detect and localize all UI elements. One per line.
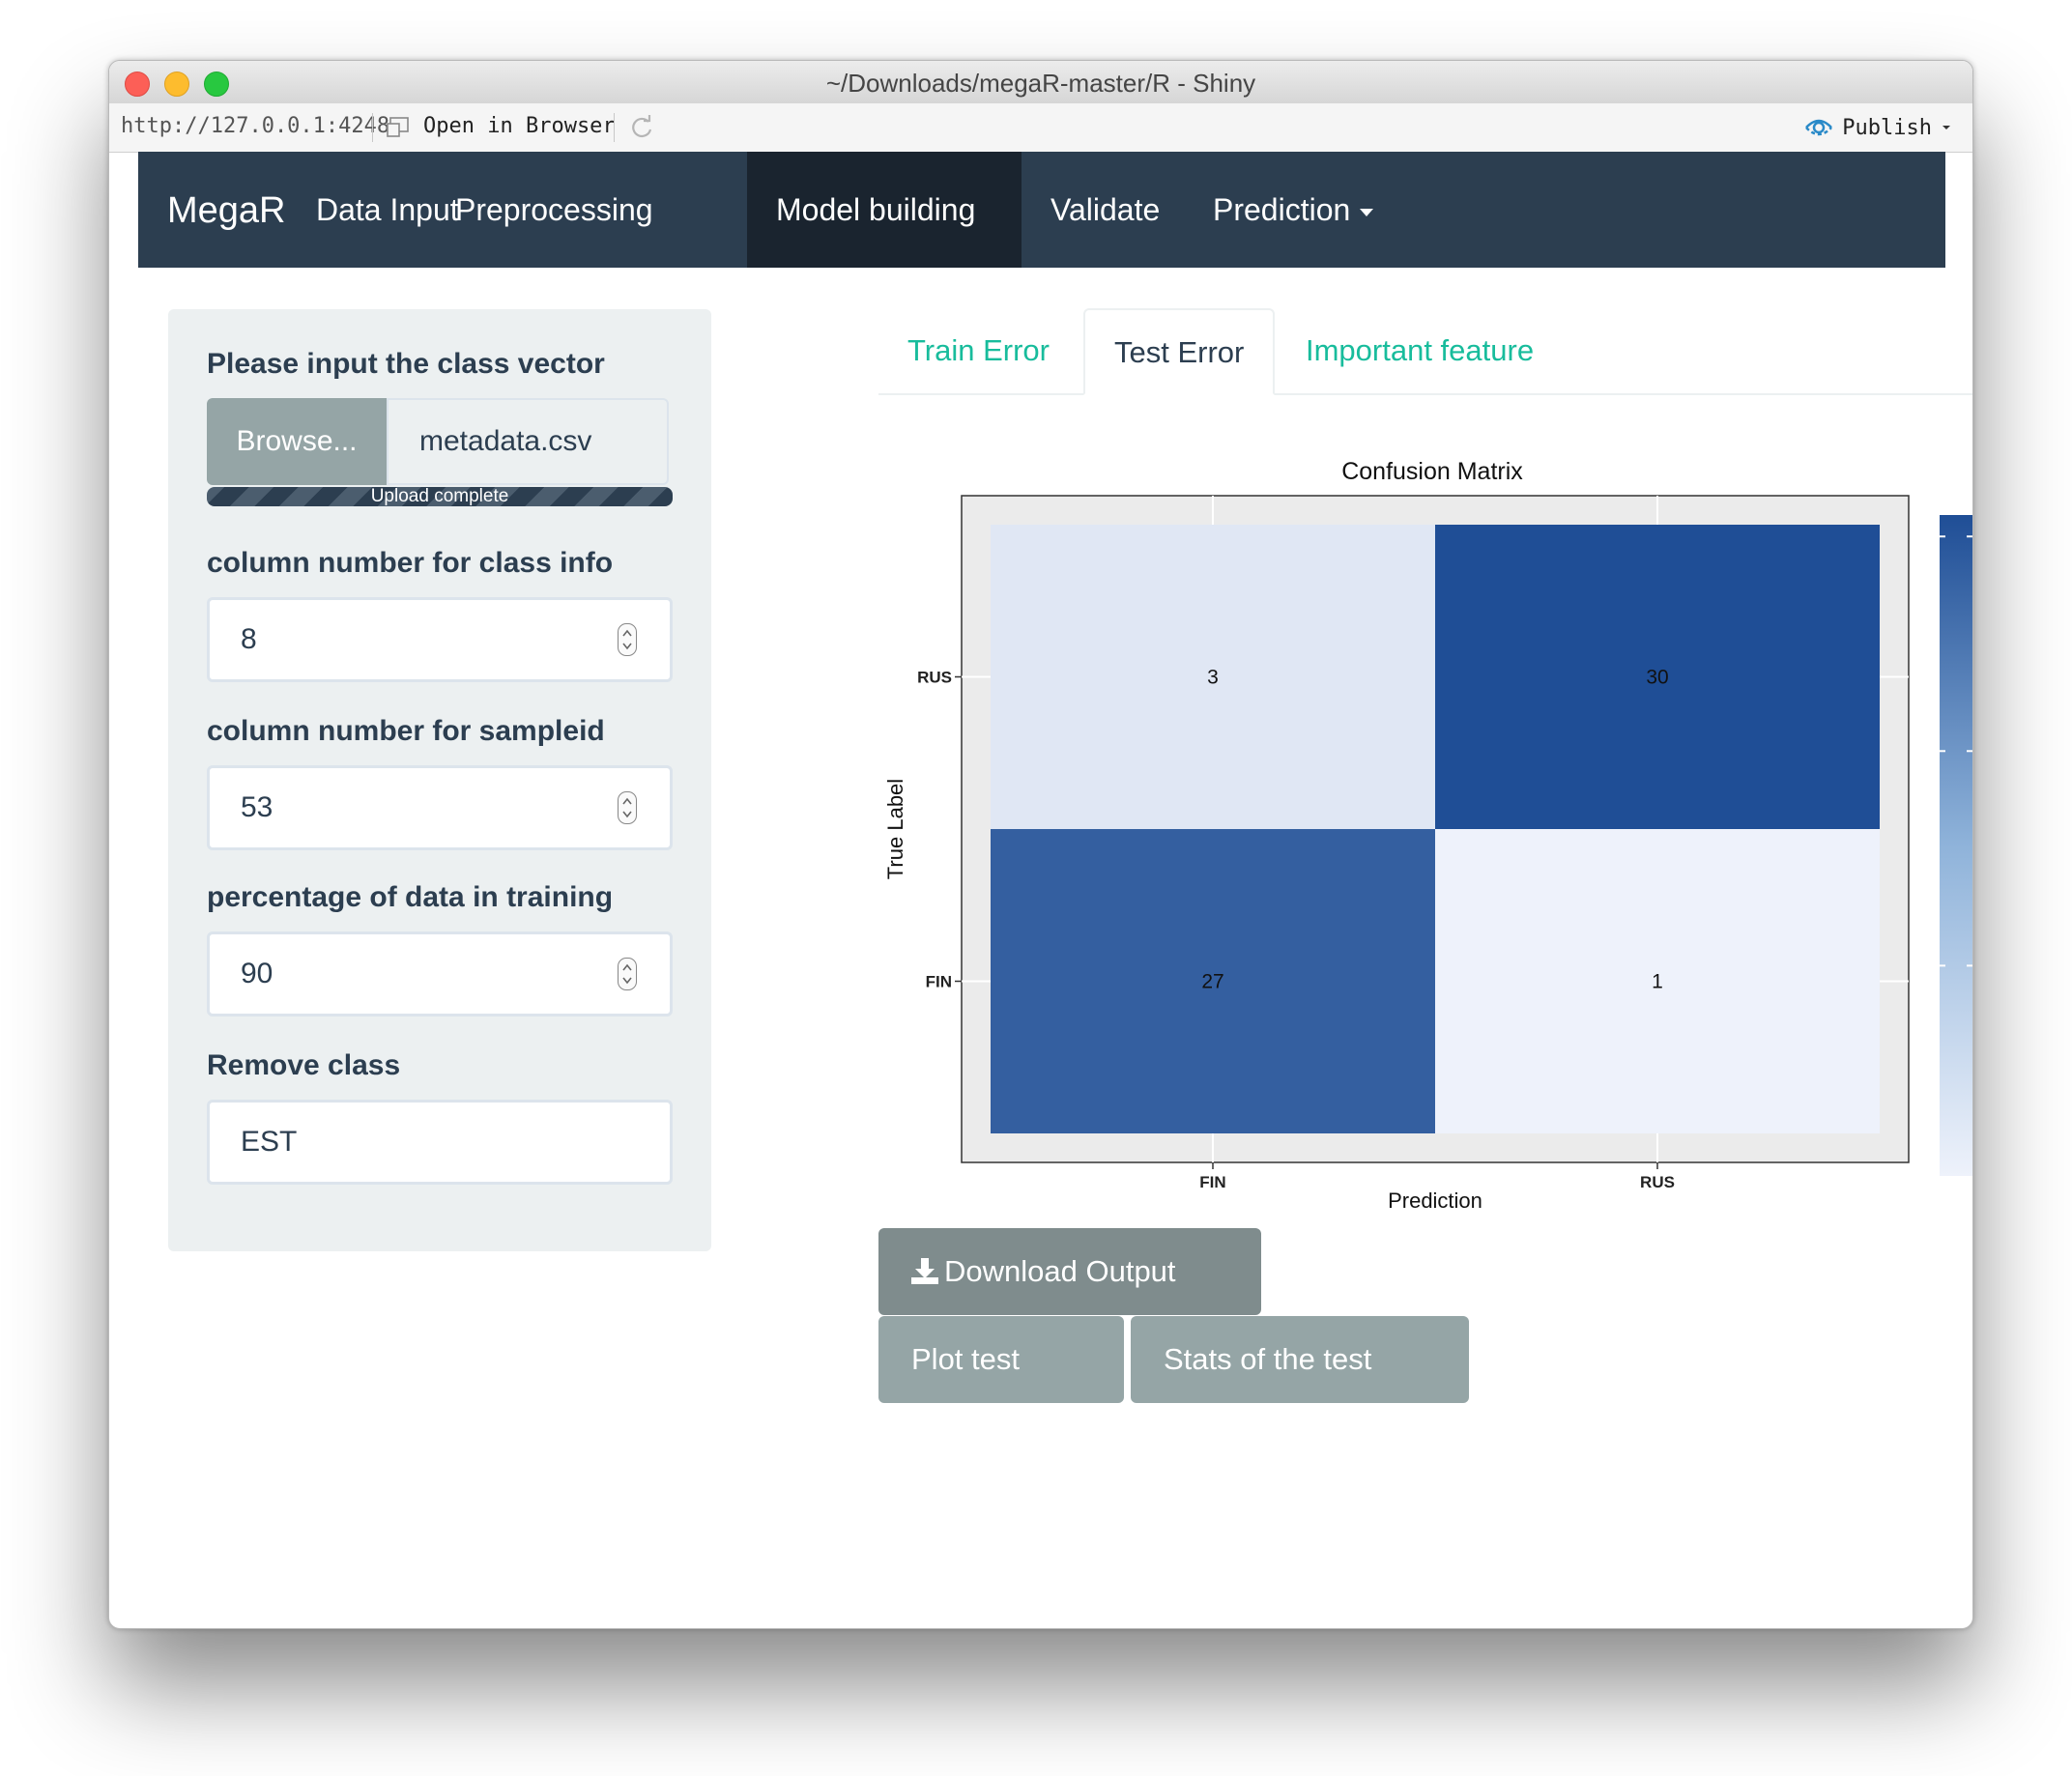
caret-down-icon bbox=[786, 324, 799, 332]
cell-value-label: 27 bbox=[1201, 971, 1223, 993]
cell-value-label: 30 bbox=[1646, 667, 1668, 689]
sampleid-value: 53 bbox=[241, 791, 273, 823]
viewer-toolbar: http://127.0.0.1:4248 Open in Browser Pu… bbox=[109, 103, 1972, 153]
class-col-label: column number for class info bbox=[207, 547, 614, 579]
tab-important-feature[interactable]: Important feature bbox=[1277, 308, 1563, 393]
open-in-browser-button[interactable]: Open in Browser bbox=[423, 114, 616, 138]
y-tick-label: FIN bbox=[926, 973, 952, 991]
plot-test-error-button[interactable]: Plot test error bbox=[878, 1316, 1124, 1463]
legend-colorbar bbox=[1940, 515, 1972, 1176]
nav-prediction[interactable]: Prediction bbox=[1184, 152, 1402, 268]
remove-class-value: EST bbox=[241, 1126, 298, 1158]
nav-label: Preprocessing bbox=[455, 192, 653, 227]
window-title: ~/Downloads/megaR-master/R - Shiny bbox=[825, 69, 1256, 98]
publish-label: Publish bbox=[1842, 115, 1932, 140]
app-window: ~/Downloads/megaR-master/R - Shiny http:… bbox=[108, 60, 1973, 1629]
browse-button[interactable]: Browse... bbox=[207, 398, 387, 485]
refresh-icon[interactable] bbox=[627, 113, 656, 142]
nav-preprocessing[interactable]: Preprocessing bbox=[426, 152, 682, 268]
number-spinner-icon[interactable] bbox=[618, 791, 637, 824]
cell-value-label: 1 bbox=[1652, 971, 1663, 993]
training-label: percentage of data in training bbox=[207, 881, 614, 913]
sidebar-panel: Please input the class vector Browse... … bbox=[168, 309, 711, 1251]
download-icon bbox=[911, 1258, 938, 1284]
chart-cells: 3 30 27 1 bbox=[991, 525, 1880, 1133]
nav-model-building[interactable]: Model building bbox=[747, 152, 1022, 332]
url-display: http://127.0.0.1:4248 bbox=[121, 114, 390, 138]
x-tick-label: RUS bbox=[1640, 1173, 1675, 1191]
navbar: MegaR Data Input Preprocessing Model bui… bbox=[138, 152, 1945, 332]
brand[interactable]: MegaR bbox=[167, 190, 286, 232]
nav-validate[interactable]: Validate bbox=[1022, 152, 1189, 268]
number-spinner-icon[interactable] bbox=[618, 958, 637, 990]
confusion-matrix-plot: Confusion Matrix 3 30 27 1 FIN RUS RUS FIN Pre… bbox=[883, 458, 1972, 1213]
file-name-field[interactable]: metadata.csv bbox=[387, 398, 669, 485]
chart-title: Confusion Matrix bbox=[1341, 458, 1523, 485]
stats-test-error-button[interactable]: Stats of the test error bbox=[1131, 1316, 1469, 1463]
caret-down-icon bbox=[1360, 208, 1374, 216]
remove-class-label: Remove class bbox=[207, 1049, 401, 1081]
upload-progress-bar: Upload complete bbox=[207, 487, 673, 506]
x-axis-title: Prediction bbox=[1388, 1189, 1482, 1213]
nav-label: Model building bbox=[776, 192, 976, 227]
nav-label: Prediction bbox=[1213, 192, 1351, 227]
download-output-button[interactable]: Download Output File bbox=[878, 1228, 1261, 1375]
result-tabs: Train Error Test Error Important feature bbox=[878, 308, 1972, 395]
nav-label: Validate bbox=[1050, 192, 1161, 227]
x-tick-label: FIN bbox=[1199, 1173, 1225, 1191]
title-bar: ~/Downloads/megaR-master/R - Shiny bbox=[109, 61, 1972, 104]
training-input[interactable]: 90 bbox=[207, 931, 673, 1017]
sampleid-input[interactable]: 53 bbox=[207, 765, 673, 850]
sampleid-label: column number for sampleid bbox=[207, 715, 605, 747]
toolbar-divider bbox=[614, 113, 615, 142]
number-spinner-icon[interactable] bbox=[618, 623, 637, 656]
toolbar-divider bbox=[372, 113, 373, 142]
y-axis-title: True Label bbox=[883, 779, 907, 879]
tab-train-error[interactable]: Train Error bbox=[878, 308, 1079, 393]
open-in-browser-icon[interactable] bbox=[386, 116, 411, 139]
y-tick-label: RUS bbox=[917, 669, 952, 687]
publish-icon bbox=[1805, 119, 1833, 136]
training-value: 90 bbox=[241, 958, 273, 989]
class-vector-label: Please input the class vector bbox=[207, 348, 605, 380]
tab-test-error[interactable]: Test Error bbox=[1083, 308, 1276, 395]
chevron-down-icon bbox=[1942, 126, 1950, 129]
class-col-value: 8 bbox=[241, 623, 257, 655]
remove-class-input[interactable]: EST bbox=[207, 1100, 673, 1185]
class-col-input[interactable]: 8 bbox=[207, 597, 673, 682]
publish-button[interactable]: Publish bbox=[1803, 112, 1953, 143]
cell-value-label: 3 bbox=[1207, 667, 1219, 689]
